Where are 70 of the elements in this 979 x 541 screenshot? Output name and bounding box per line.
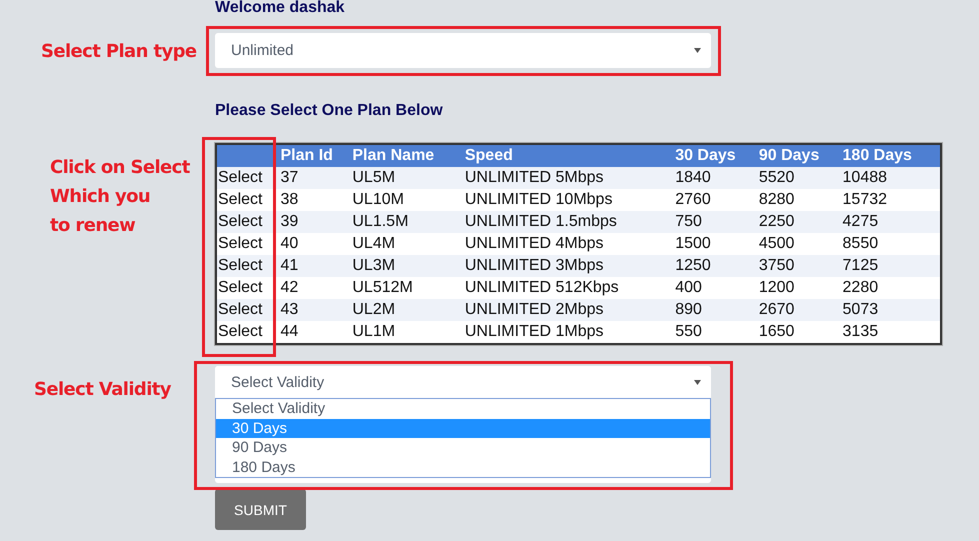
table-cell: 41 [280,257,298,274]
table-cell: UNLIMITED 2Mbps [464,301,604,318]
table-cell: 2670 [758,301,794,318]
table-cell: 5073 [842,301,878,318]
table-cell: UNLIMITED 10Mbps [464,191,612,208]
table-cell: 38 [280,191,298,208]
annotation-label: Select Validity [34,378,171,402]
table-cell: 10488 [842,169,888,186]
table-cell: 39 [280,213,298,230]
table-cell: 43 [280,301,298,318]
table-cell: 2280 [842,279,878,296]
table-cell: UNLIMITED 5Mbps [464,169,604,186]
plan-type-select[interactable]: Unlimited [215,33,711,68]
column-header: Plan Id [280,147,333,164]
select-link[interactable]: Select [218,279,262,296]
table-cell: 1500 [675,235,711,252]
table-cell: UNLIMITED 512Kbps [464,279,619,296]
dropdown-option[interactable]: 90 Days [216,438,710,458]
annotation-label: Click on Select Which you to renew [50,156,190,238]
column-header: 90 Days [758,147,820,164]
table-cell: UL1.5M [352,213,408,230]
table-cell: 400 [675,279,702,296]
submit-button[interactable]: SUBMIT [215,489,306,530]
select-link[interactable]: Select [218,323,262,340]
table-cell: 4275 [842,213,878,230]
table-cell: UL2M [352,301,396,318]
select-link[interactable]: Select [218,235,262,252]
table-cell: 2760 [675,191,711,208]
caret-icon [694,48,701,53]
table-cell: 37 [280,169,298,186]
table-cell: 1250 [675,257,711,274]
select-link[interactable]: Select [218,191,262,208]
table-cell: UL4M [352,235,396,252]
table-cell: 3135 [842,323,878,340]
welcome-heading: Welcome dashak [215,0,345,18]
table-cell: 8280 [758,191,794,208]
table-cell: UNLIMITED 4Mbps [464,235,604,252]
table-cell: 42 [280,279,298,296]
table-cell: 8550 [842,235,878,252]
column-header: Plan Name [352,147,434,164]
column-header: 30 Days [675,147,736,164]
column-header: Speed [464,147,513,164]
table-cell: 1650 [758,323,794,340]
dropdown-option[interactable]: Select Validity [216,399,710,418]
table-cell: 3750 [758,257,794,274]
table-cell: UNLIMITED 3Mbps [464,257,604,274]
table-cell: UNLIMITED 1.5mbps [464,213,617,230]
caret-icon [694,380,701,385]
plans-heading: Please Select One Plan Below [215,102,443,121]
table-cell: 890 [675,301,702,318]
table-cell: UL5M [352,169,396,186]
table-cell: 15732 [842,191,888,208]
table-cell: 4500 [758,235,794,252]
table-cell: 1200 [758,279,794,296]
table-cell: 40 [280,235,298,252]
table-cell: 750 [675,213,702,230]
table-cell: 7125 [842,257,878,274]
table-cell: UL10M [352,191,404,208]
table-cell: UNLIMITED 1Mbps [464,323,604,340]
table-cell: UL512M [352,279,413,296]
annotation-label: Select Plan type [41,40,197,64]
table-cell: UL1M [352,323,396,340]
table-cell: UL3M [352,257,396,274]
table-cell: 550 [675,323,702,340]
table-cell: 2250 [758,213,794,230]
table-cell: 1840 [675,169,711,186]
column-header: 180 Days [842,147,912,164]
dropdown-option[interactable]: 180 Days [216,458,710,477]
table-cell: 44 [280,323,298,340]
table-cell: 5520 [758,169,794,186]
